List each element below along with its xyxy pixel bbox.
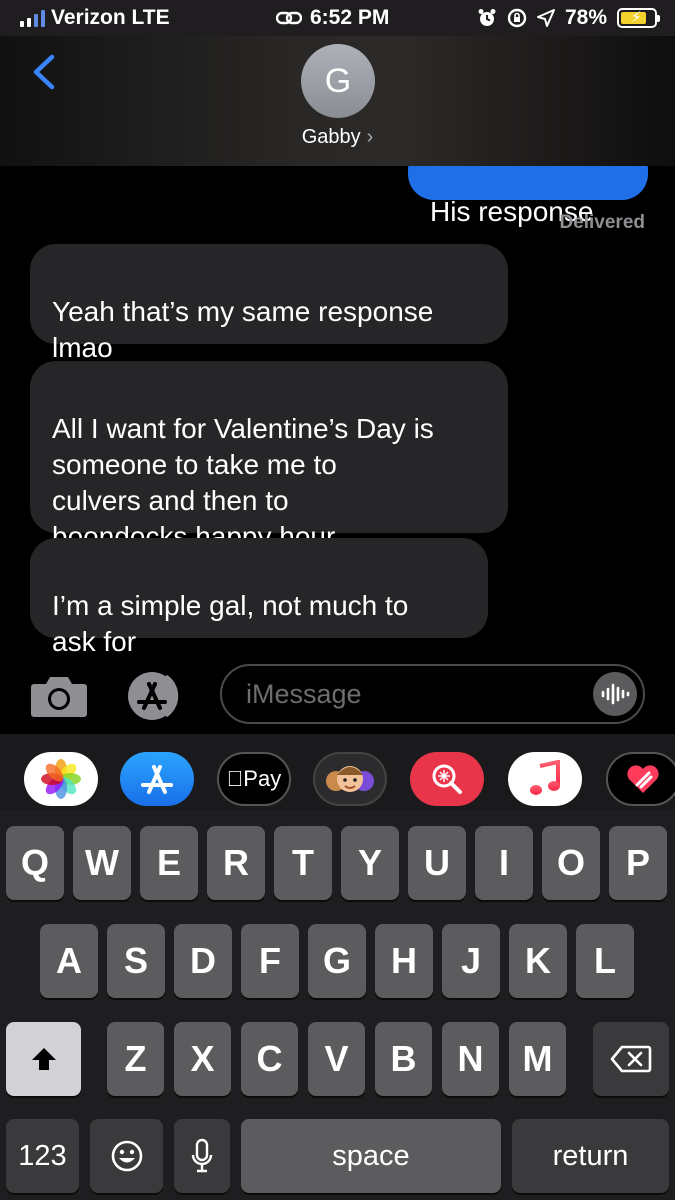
return-key[interactable]: return: [512, 1119, 669, 1193]
message-list[interactable]: His response Delivered Yeah that’s my sa…: [0, 166, 675, 656]
carrier-label: Verizon LTE: [51, 6, 170, 29]
key-v[interactable]: V: [308, 1022, 365, 1096]
carrier-group: Verizon LTE: [20, 6, 170, 30]
apple-icon: : [227, 766, 244, 792]
music-app-icon[interactable]: [508, 752, 582, 806]
dictation-key[interactable]: [174, 1119, 230, 1193]
key-o[interactable]: O: [542, 826, 600, 900]
key-s[interactable]: S: [107, 924, 165, 998]
key-l[interactable]: L: [576, 924, 634, 998]
delete-key[interactable]: [593, 1022, 669, 1096]
key-f[interactable]: F: [241, 924, 299, 998]
received-message-bubble[interactable]: All I want for Valentine’s Day is someon…: [30, 361, 508, 552]
key-p[interactable]: P: [609, 826, 667, 900]
shift-arrow-icon: [31, 1048, 56, 1070]
memoji-app-icon[interactable]: [313, 752, 387, 806]
key-b[interactable]: B: [375, 1022, 432, 1096]
alarm-icon: [478, 9, 496, 26]
search-images-app-icon[interactable]: [410, 752, 484, 806]
back-chevron-icon[interactable]: [30, 54, 58, 90]
key-u[interactable]: U: [408, 826, 466, 900]
key-k[interactable]: K: [509, 924, 567, 998]
key-i[interactable]: I: [475, 826, 533, 900]
key-w[interactable]: W: [73, 826, 131, 900]
numbers-key[interactable]: 123: [6, 1119, 79, 1193]
received-message-bubble[interactable]: I’m a simple gal, not much to ask for: [30, 538, 488, 656]
keyboard: QWERTYUIOP ASDFGHJKL ZXCVBNM 123 space r…: [0, 810, 675, 1200]
chevron-right-icon: ›: [366, 126, 374, 148]
microphone-icon: [191, 1138, 213, 1173]
key-r[interactable]: R: [207, 826, 265, 900]
conversation-header: G Gabby ›: [0, 36, 675, 166]
camera-icon[interactable]: [30, 674, 88, 718]
contact-name-button[interactable]: Gabby ›: [0, 126, 675, 149]
key-a[interactable]: A: [40, 924, 98, 998]
charging-bolt-icon: ⚡: [631, 9, 642, 26]
clock: 6:52 PM: [310, 6, 390, 29]
key-g[interactable]: G: [308, 924, 366, 998]
sent-message-bubble[interactable]: His response: [408, 166, 648, 227]
compose-bar: iMessage: [0, 656, 675, 734]
contact-name: Gabby: [301, 126, 361, 148]
emoji-icon: [111, 1140, 142, 1172]
backspace-icon: [610, 1045, 652, 1073]
key-x[interactable]: X: [174, 1022, 231, 1096]
audio-waveform-icon[interactable]: [593, 672, 637, 716]
rotation-lock-icon: [507, 8, 527, 28]
key-h[interactable]: H: [375, 924, 433, 998]
digital-touch-app-icon[interactable]: [606, 752, 675, 806]
delivered-label: Delivered: [559, 212, 645, 233]
app-store-button-icon[interactable]: [124, 670, 190, 722]
status-bar: Verizon LTE 6:52 PM 78% ⚡: [0, 0, 675, 36]
key-q[interactable]: Q: [6, 826, 64, 900]
key-t[interactable]: T: [274, 826, 332, 900]
key-e[interactable]: E: [140, 826, 198, 900]
app-store-app-icon[interactable]: [120, 752, 194, 806]
time-group: 6:52 PM: [276, 6, 389, 30]
key-y[interactable]: Y: [341, 826, 399, 900]
battery-percent: 78%: [564, 6, 607, 29]
key-c[interactable]: C: [241, 1022, 298, 1096]
key-z[interactable]: Z: [107, 1022, 164, 1096]
contact-avatar[interactable]: G: [301, 44, 375, 118]
apple-pay-label: Pay: [235, 766, 281, 791]
signal-icon: [20, 9, 45, 27]
received-message-bubble[interactable]: Yeah that’s my same response lmao: [30, 244, 508, 363]
message-input-placeholder: iMessage: [246, 679, 362, 709]
space-key[interactable]: space: [241, 1119, 501, 1193]
status-icons: 78% ⚡: [477, 6, 660, 30]
battery-icon: ⚡: [617, 8, 660, 28]
key-j[interactable]: J: [442, 924, 500, 998]
photos-app-icon[interactable]: [24, 752, 98, 806]
avatar-initial: G: [324, 61, 352, 100]
key-n[interactable]: N: [442, 1022, 499, 1096]
apple-pay-app-icon[interactable]: Pay: [217, 752, 291, 806]
link-icon: [276, 11, 302, 25]
emoji-key[interactable]: [90, 1119, 163, 1193]
key-m[interactable]: M: [509, 1022, 566, 1096]
location-icon: [536, 9, 555, 27]
key-d[interactable]: D: [174, 924, 232, 998]
message-input[interactable]: iMessage: [220, 664, 645, 724]
shift-key[interactable]: [6, 1022, 81, 1096]
